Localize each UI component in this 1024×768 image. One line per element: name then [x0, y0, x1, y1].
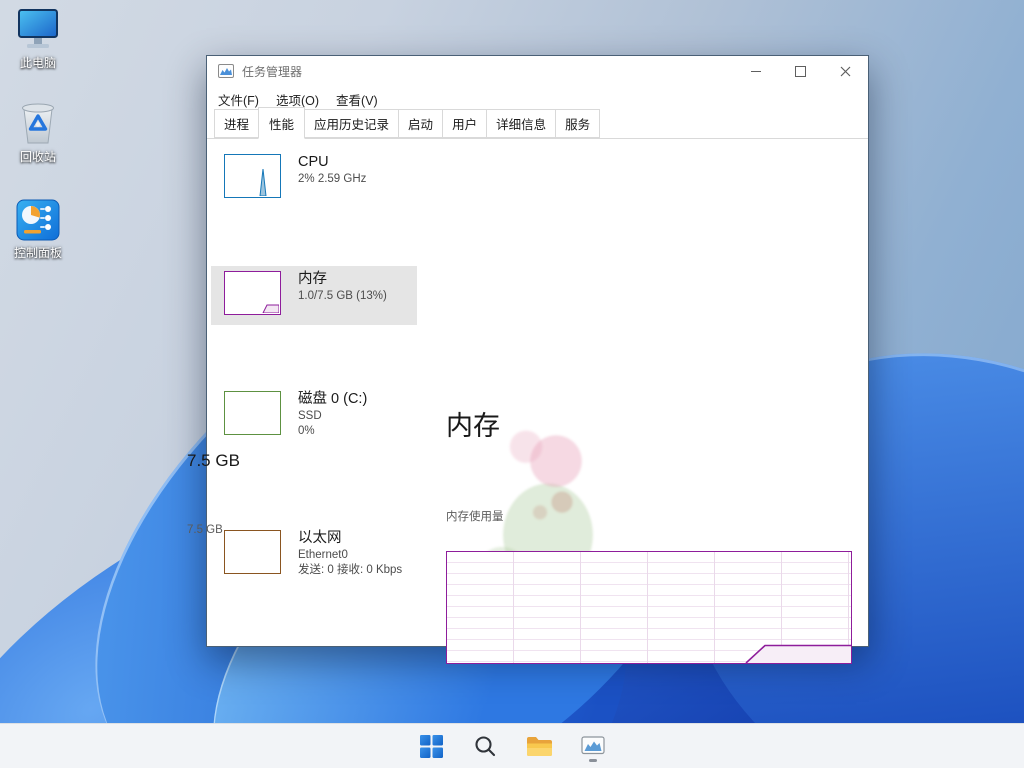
memory-detail: 1.0/7.5 GB (13%)	[298, 290, 387, 302]
task-manager-taskbar-button[interactable]	[576, 729, 610, 763]
usage-graph-label: 内存使用量	[446, 511, 504, 523]
usage-graph-ymax: 7.5 GB	[187, 524, 223, 536]
memory-usage-series	[745, 644, 851, 663]
memory-capacity: 7.5 GB	[187, 451, 240, 470]
task-manager-app-icon	[218, 64, 234, 78]
desktop-icon-label: 控制面板	[13, 246, 62, 260]
menu-file[interactable]: 文件(F)	[216, 88, 261, 111]
desktop-icon-this-pc[interactable]: 此电脑	[2, 8, 74, 71]
cpu-detail: 2% 2.59 GHz	[298, 173, 367, 185]
desktop: 此电脑 回收站 控制面板 任务管理器 文件(F) 选项(O) 查看(V) 进程 …	[0, 0, 1024, 768]
sidebar-item-disk[interactable]: 磁盘 0 (C:) SSD 0%	[211, 385, 417, 454]
search-button[interactable]	[468, 729, 502, 763]
cpu-mini-graph	[224, 154, 281, 198]
recycle-bin-icon	[22, 103, 54, 144]
start-button[interactable]	[414, 729, 448, 763]
tab-bar: 进程 性能 应用历史记录 启动 用户 详细信息 服务	[207, 107, 868, 139]
close-icon	[840, 66, 851, 76]
taskbar: 英 17:22 2021/9/20 显示隐藏的图标	[0, 723, 1024, 768]
tab-services[interactable]: 服务	[555, 109, 601, 138]
desktop-icon-control-panel[interactable]: 控制面板	[2, 198, 74, 261]
ethernet-line1: Ethernet0	[298, 549, 348, 561]
tab-users[interactable]: 用户	[442, 109, 488, 138]
task-manager-window: 任务管理器 文件(F) 选项(O) 查看(V) 进程 性能 应用历史记录 启动 …	[187, 55, 869, 664]
task-manager-icon	[581, 735, 605, 754]
close-button[interactable]	[823, 56, 868, 86]
desktop-icon-label: 回收站	[19, 150, 56, 164]
windows-start-icon	[419, 734, 443, 758]
file-explorer-button[interactable]	[522, 729, 556, 763]
window-title: 任务管理器	[242, 64, 303, 79]
menu-view[interactable]: 查看(V)	[334, 88, 380, 111]
memory-mini-graph	[224, 271, 281, 315]
tab-startup[interactable]: 启动	[398, 109, 444, 138]
ethernet-mini-graph	[224, 530, 281, 574]
control-panel-icon	[16, 199, 60, 241]
desktop-icon-recycle-bin[interactable]: 回收站	[2, 100, 74, 165]
memory-title: 内存	[298, 271, 327, 287]
disk-mini-graph	[224, 391, 281, 435]
tab-details[interactable]: 详细信息	[486, 109, 557, 138]
maximize-button[interactable]	[778, 56, 823, 86]
tab-performance[interactable]: 性能	[258, 107, 306, 139]
tab-app-history[interactable]: 应用历史记录	[304, 109, 400, 138]
tab-processes[interactable]: 进程	[214, 109, 260, 138]
maximize-icon	[795, 65, 806, 77]
minimize-icon	[750, 70, 761, 72]
this-pc-icon	[18, 9, 58, 48]
desktop-icon-label: 此电脑	[19, 56, 56, 70]
disk-line2: 0%	[298, 425, 315, 437]
disk-line1: SSD	[298, 410, 322, 422]
running-app-indicator	[589, 759, 597, 762]
disk-title: 磁盘 0 (C:)	[298, 391, 368, 407]
cpu-title: CPU	[298, 154, 329, 170]
minimize-button[interactable]	[733, 56, 778, 86]
sidebar-item-memory[interactable]: 内存 1.0/7.5 GB (13%)	[211, 266, 417, 325]
memory-page-title: 内存	[446, 411, 500, 441]
search-icon	[475, 736, 496, 757]
folder-icon	[526, 736, 552, 756]
ethernet-line2: 发送: 0 接收: 0 Kbps	[298, 564, 403, 576]
sidebar-item-cpu[interactable]: CPU 2% 2.59 GHz	[211, 149, 417, 207]
memory-usage-graph	[446, 551, 852, 664]
titlebar[interactable]: 任务管理器	[207, 56, 868, 86]
